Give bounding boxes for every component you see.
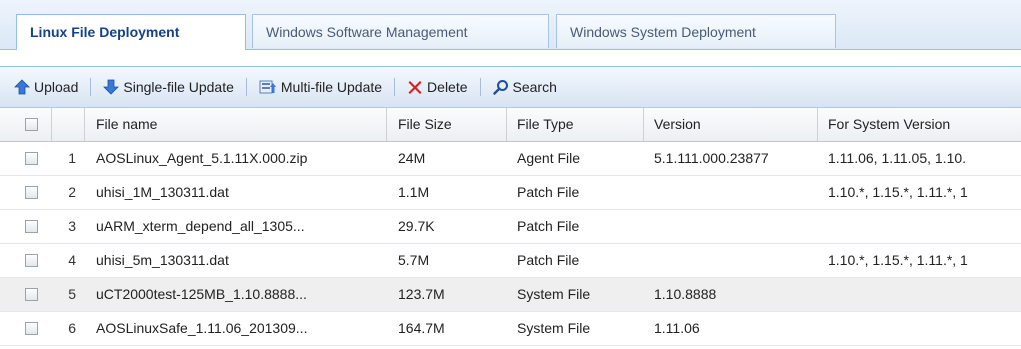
cell-version: [654, 210, 814, 243]
column-header-for-system-version[interactable]: For System Version: [828, 108, 1018, 141]
cell-file-name: AOSLinux_Agent_5.1.11X.000.zip: [96, 150, 308, 166]
tab-bar: Linux File Deployment Windows Software M…: [0, 0, 1021, 50]
column-header-file-name[interactable]: File name: [96, 108, 376, 141]
multi-file-update-button[interactable]: Multi-file Update: [255, 73, 386, 101]
row-number: 1: [68, 150, 76, 166]
table-row[interactable]: 5 uCT2000test-125MB_1.10.8888... 123.7M …: [0, 278, 1021, 312]
tab-windows-system-deployment[interactable]: Windows System Deployment: [556, 14, 836, 48]
toolbar-separator: [479, 78, 481, 96]
search-label: Search: [512, 79, 557, 95]
single-update-icon: [103, 79, 120, 95]
row-checkbox[interactable]: [25, 220, 38, 233]
cell-file-size: 24M: [398, 150, 426, 166]
table-row[interactable]: 6 AOSLinuxSafe_1.11.06_201309... 164.7M …: [0, 312, 1021, 346]
column-separator: [643, 108, 644, 141]
delete-button[interactable]: Delete: [403, 73, 471, 101]
tab-windows-software-management[interactable]: Windows Software Management: [252, 14, 549, 48]
cell-version: 1.10.8888: [654, 286, 717, 302]
cell-file-type: Patch File: [517, 252, 580, 268]
row-number: 5: [68, 286, 76, 302]
tab-label: Windows Software Management: [266, 24, 468, 40]
row-checkbox[interactable]: [25, 322, 38, 335]
cell-version: 5.1.111.000.23877: [654, 150, 769, 166]
cell-file-type: Patch File: [517, 218, 580, 234]
cell-file-type: System File: [517, 286, 591, 302]
tab-label: Windows System Deployment: [570, 24, 756, 40]
upload-button[interactable]: Upload: [10, 73, 82, 101]
cell-file-name: uhisi_5m_130311.dat: [96, 252, 229, 268]
column-separator: [506, 108, 507, 141]
toolbar: Upload Single-file Update Multi-file Upd…: [0, 66, 1021, 108]
cell-file-name: AOSLinuxSafe_1.11.06_201309...: [96, 320, 308, 336]
cell-for-system-version: [828, 312, 1018, 345]
cell-file-size: 29.7K: [398, 218, 435, 234]
delete-label: Delete: [427, 79, 468, 95]
multi-file-update-label: Multi-file Update: [280, 79, 383, 95]
toolbar-separator: [245, 78, 247, 96]
toolbar-separator: [394, 78, 396, 96]
cell-for-system-version: 1.11.06, 1.11.05, 1.10.: [828, 150, 967, 166]
grid-header: File name File Size File Type Version Fo…: [0, 108, 1021, 142]
row-checkbox[interactable]: [25, 288, 38, 301]
cell-file-name: uhisi_1M_130311.dat: [96, 184, 229, 200]
cell-version: [654, 176, 814, 209]
table-row[interactable]: 3 uARM_xterm_depend_all_1305... 29.7K Pa…: [0, 210, 1021, 244]
upload-icon: [14, 79, 30, 95]
cell-for-system-version: [828, 278, 1018, 311]
table-row[interactable]: 2 uhisi_1M_130311.dat 1.1M Patch File 1.…: [0, 176, 1021, 210]
row-checkbox[interactable]: [25, 152, 38, 165]
cell-file-size: 1.1M: [398, 184, 430, 200]
column-header-file-size[interactable]: File Size: [398, 108, 498, 141]
table-row[interactable]: 1 AOSLinux_Agent_5.1.11X.000.zip 24M Age…: [0, 142, 1021, 176]
row-number: 4: [68, 252, 76, 268]
cell-for-system-version: 1.10.*, 1.15.*, 1.11.*, 1: [828, 184, 968, 200]
toolbar-separator: [90, 78, 92, 96]
search-icon: [492, 80, 508, 95]
select-all-checkbox[interactable]: [25, 118, 38, 131]
cell-file-name: uCT2000test-125MB_1.10.8888...: [96, 286, 307, 302]
upload-label: Upload: [34, 79, 79, 95]
column-header-version[interactable]: Version: [654, 108, 814, 141]
single-file-update-label: Single-file Update: [123, 79, 234, 95]
delete-icon: [408, 81, 422, 94]
tab-label: Linux File Deployment: [30, 24, 180, 40]
tab-linux-file-deployment[interactable]: Linux File Deployment: [16, 14, 246, 50]
cell-file-type: Patch File: [517, 184, 580, 200]
search-button[interactable]: Search: [489, 73, 561, 101]
multi-update-icon: [259, 80, 276, 94]
column-header-file-type[interactable]: File Type: [517, 108, 637, 141]
cell-for-system-version: 1.10.*, 1.15.*, 1.11.*, 1: [828, 252, 968, 268]
cell-file-name: uARM_xterm_depend_all_1305...: [96, 218, 305, 234]
single-file-update-button[interactable]: Single-file Update: [99, 73, 238, 101]
column-separator: [817, 108, 818, 141]
cell-file-type: Agent File: [517, 150, 581, 166]
column-separator: [386, 108, 387, 141]
row-number: 3: [68, 218, 76, 234]
cell-file-size: 5.7M: [398, 252, 430, 268]
row-checkbox[interactable]: [25, 254, 38, 267]
cell-for-system-version: [828, 210, 1018, 243]
cell-version: [654, 244, 814, 277]
row-checkbox[interactable]: [25, 186, 38, 199]
column-separator: [84, 108, 85, 141]
column-separator: [51, 108, 52, 141]
cell-file-size: 164.7M: [398, 320, 445, 336]
row-number: 6: [68, 320, 76, 336]
cell-file-type: System File: [517, 320, 591, 336]
cell-file-size: 123.7M: [398, 286, 445, 302]
row-number: 2: [68, 184, 76, 200]
cell-version: 1.11.06: [654, 320, 700, 336]
table-row[interactable]: 4 uhisi_5m_130311.dat 5.7M Patch File 1.…: [0, 244, 1021, 278]
